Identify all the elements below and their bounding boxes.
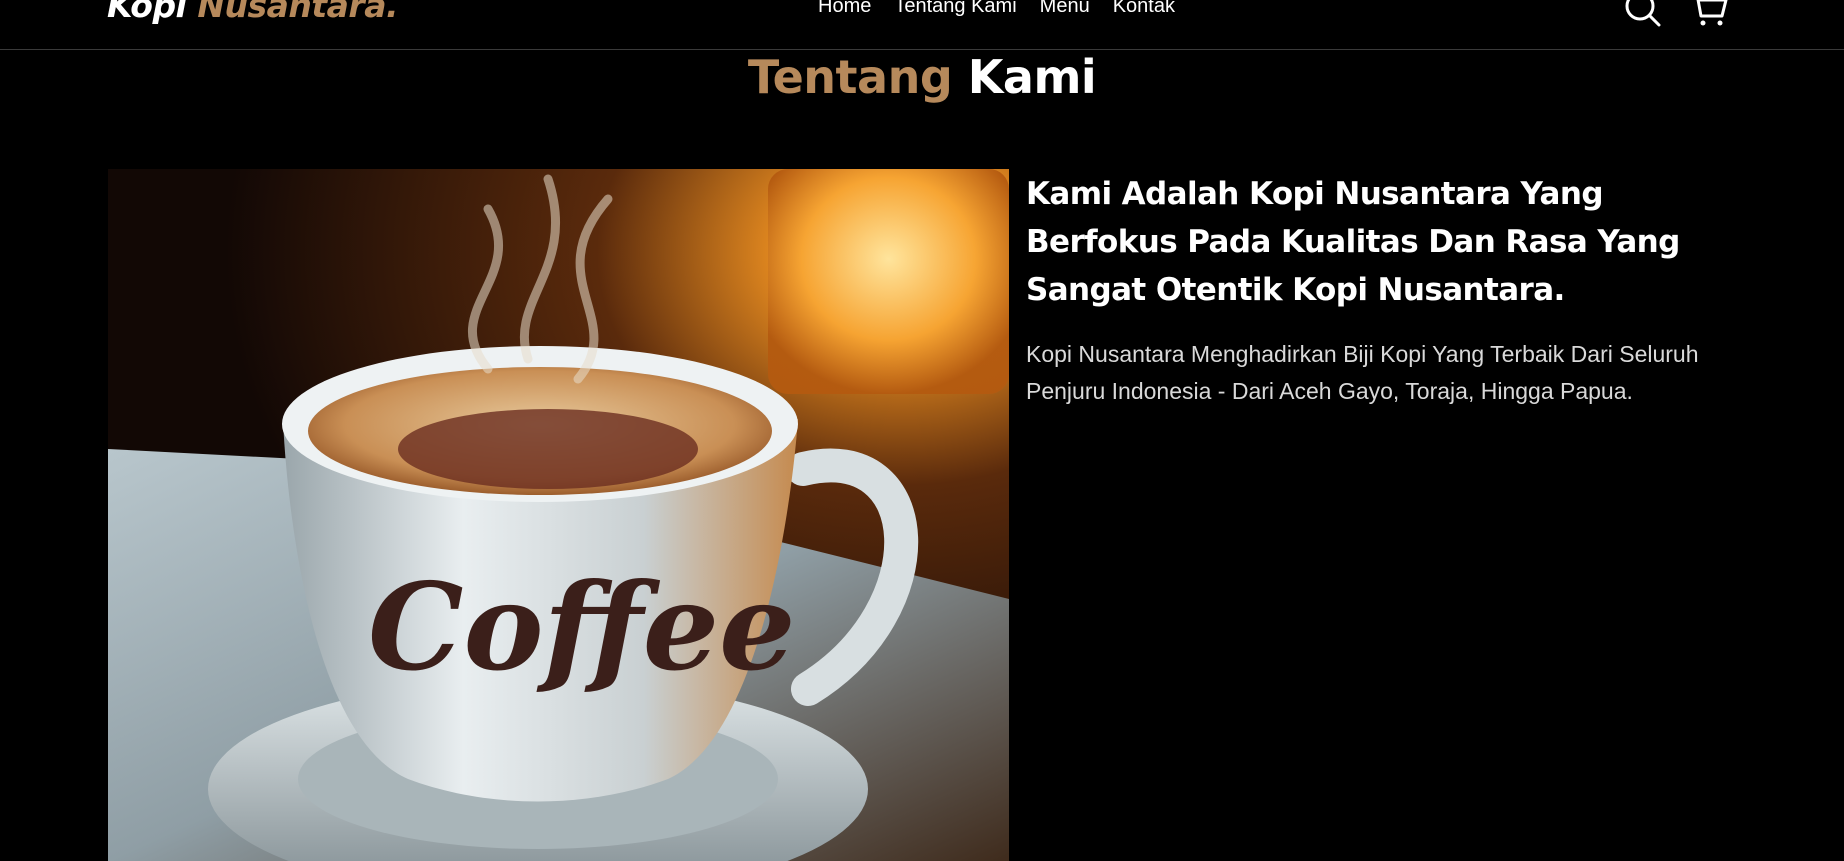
section-title: Tentang Kami bbox=[0, 50, 1844, 104]
about-heading: Kami Adalah Kopi Nusantara Yang Berfokus… bbox=[1026, 176, 1680, 308]
nav-links: Home Tentang Kami Menu Kontak bbox=[818, 0, 1175, 18]
nav-link-home[interactable]: Home bbox=[818, 0, 871, 18]
section-title-accent: Tentang bbox=[747, 50, 953, 104]
cup-label-text: Coffee bbox=[368, 557, 796, 698]
about-image: Coffee bbox=[108, 169, 1009, 861]
search-icon[interactable] bbox=[1622, 0, 1662, 28]
about-text: Kopi Nusantara Menghadirkan Biji Kopi Ya… bbox=[1026, 341, 1699, 404]
nav-link-menu[interactable]: Menu bbox=[1040, 0, 1090, 18]
logo[interactable]: Kopi Nusantara. bbox=[107, 0, 399, 25]
nav-icons bbox=[1622, 0, 1729, 28]
navbar: Kopi Nusantara. Home Tentang Kami Menu K… bbox=[0, 0, 1844, 50]
nav-link-kontak[interactable]: Kontak bbox=[1113, 0, 1175, 18]
nav-link-tentang-kami[interactable]: Tentang Kami bbox=[894, 0, 1016, 18]
shopping-cart-icon[interactable] bbox=[1689, 0, 1729, 28]
logo-kopi: Kopi bbox=[107, 0, 187, 25]
coffee-cup-photo: Coffee bbox=[108, 169, 1009, 861]
about-content: Kami Adalah Kopi Nusantara Yang Berfokus… bbox=[1026, 170, 1726, 410]
logo-nusantara: Nusantara. bbox=[197, 0, 399, 25]
section-title-main: Kami bbox=[967, 50, 1097, 104]
